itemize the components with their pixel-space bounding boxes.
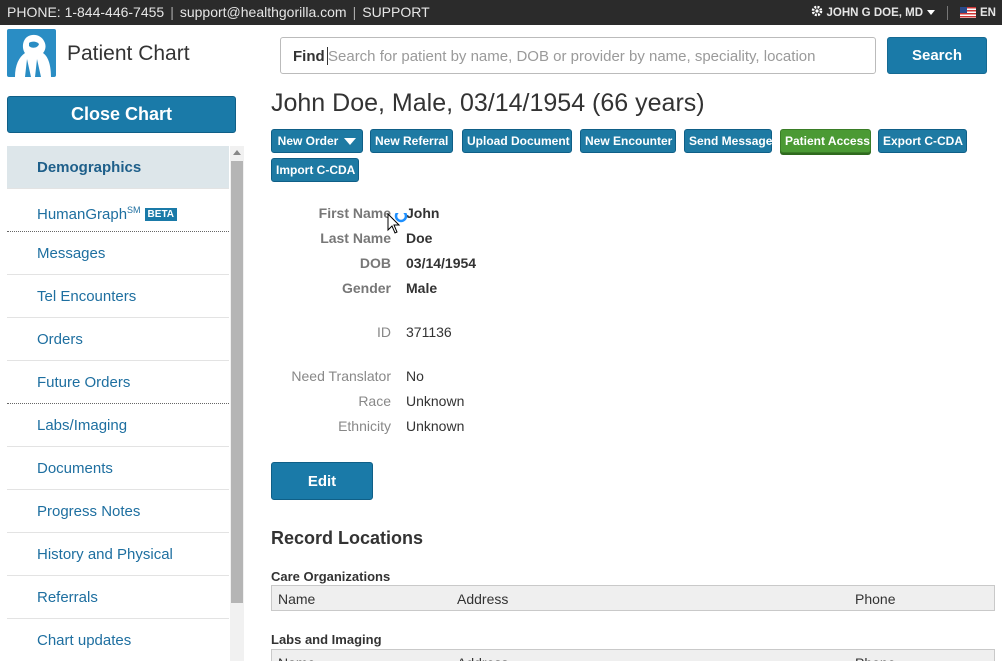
search-box[interactable]: Find [280, 37, 876, 74]
sidebar-item-progress-notes[interactable]: Progress Notes [7, 490, 229, 533]
labs-imaging-table-header: Name Address Phone [271, 649, 995, 661]
sidebar-nav: Demographics HumanGraphSM BETA Messages T… [7, 146, 229, 661]
find-label: Find [293, 48, 325, 65]
search-input[interactable] [328, 44, 868, 68]
sidebar-item-history-physical[interactable]: History and Physical [7, 533, 229, 576]
upload-document-button[interactable]: Upload Document [462, 129, 572, 153]
column-phone: Phone [855, 591, 896, 607]
sidebar-item-messages[interactable]: Messages [7, 232, 229, 275]
first-name-value: John [406, 205, 440, 221]
ethnicity-value: Unknown [406, 418, 465, 434]
edit-button[interactable]: Edit [271, 462, 373, 500]
scrollbar-thumb[interactable] [231, 161, 243, 603]
care-organizations-title: Care Organizations [271, 569, 391, 584]
translator-label: Need Translator [291, 368, 391, 384]
sidebar-item-documents[interactable]: Documents [7, 447, 229, 490]
sidebar-item-tel-encounters[interactable]: Tel Encounters [7, 275, 229, 318]
id-label: ID [377, 324, 391, 340]
column-phone: Phone [855, 655, 895, 661]
support-phone: PHONE: 1-844-446-7455 [7, 4, 165, 20]
first-name-label: First Name [318, 205, 391, 221]
sidebar-scrollbar[interactable] [230, 146, 244, 661]
care-organizations-table-header: Name Address Phone [271, 585, 995, 611]
language-selector[interactable]: EN [980, 7, 996, 19]
sidebar-item-orders[interactable]: Orders [7, 318, 229, 361]
chevron-down-icon [344, 138, 357, 145]
app-header: Patient Chart Find Search [0, 25, 1002, 85]
patient-access-button[interactable]: Patient Access [780, 129, 871, 153]
gear-icon[interactable] [811, 5, 823, 20]
race-label: Race [358, 393, 391, 409]
column-name: Name [278, 591, 316, 607]
new-encounter-button[interactable]: New Encounter [580, 129, 676, 153]
import-ccda-button[interactable]: Import C-CDA [271, 158, 359, 182]
translator-value: No [406, 368, 424, 384]
id-value: 371136 [406, 324, 452, 340]
sidebar-item-chart-updates[interactable]: Chart updates [7, 619, 229, 661]
support-email-link[interactable]: support@healthgorilla.com [180, 4, 347, 20]
search-button[interactable]: Search [887, 37, 987, 74]
gender-value: Male [406, 280, 438, 296]
export-ccda-button[interactable]: Export C-CDA [878, 129, 967, 153]
column-address: Address [457, 591, 509, 607]
last-name-value: Doe [406, 230, 433, 246]
sidebar-item-referrals[interactable]: Referrals [7, 576, 229, 619]
column-address: Address [457, 655, 508, 661]
dob-value: 03/14/1954 [406, 255, 477, 271]
sidebar-item-humangraph[interactable]: HumanGraphSM BETA [7, 189, 229, 232]
race-value: Unknown [406, 393, 465, 409]
chevron-down-icon[interactable] [927, 7, 936, 19]
labs-imaging-title: Labs and Imaging [271, 632, 382, 647]
app-title: Patient Chart [67, 42, 190, 65]
patient-title: John Doe, Male, 03/14/1954 (66 years) [271, 89, 705, 117]
support-link[interactable]: SUPPORT [362, 4, 429, 20]
gorilla-logo-icon[interactable] [7, 29, 56, 77]
last-name-label: Last Name [320, 230, 391, 246]
sidebar-item-labs-imaging[interactable]: Labs/Imaging [7, 404, 229, 447]
send-message-button[interactable]: Send Message [684, 129, 772, 153]
dob-label: DOB [359, 255, 391, 271]
scroll-up-icon[interactable] [233, 150, 241, 155]
gender-label: Gender [341, 280, 391, 296]
top-info-bar: PHONE: 1-844-446-7455 | support@healthgori… [0, 0, 1002, 25]
sidebar-item-future-orders[interactable]: Future Orders [7, 361, 229, 404]
column-name: Name [278, 655, 315, 661]
new-order-button[interactable]: New Order [271, 129, 363, 153]
user-menu[interactable]: JOHN G DOE, MD [827, 7, 923, 19]
sidebar-item-demographics[interactable]: Demographics [7, 146, 229, 189]
ethnicity-label: Ethnicity [338, 418, 391, 434]
mouse-pointer-icon [387, 209, 409, 242]
beta-badge: BETA [144, 208, 178, 221]
record-locations-title: Record Locations [271, 528, 424, 548]
close-chart-button[interactable]: Close Chart [7, 96, 236, 133]
new-referral-button[interactable]: New Referral [370, 129, 453, 153]
us-flag-icon[interactable] [960, 7, 977, 18]
